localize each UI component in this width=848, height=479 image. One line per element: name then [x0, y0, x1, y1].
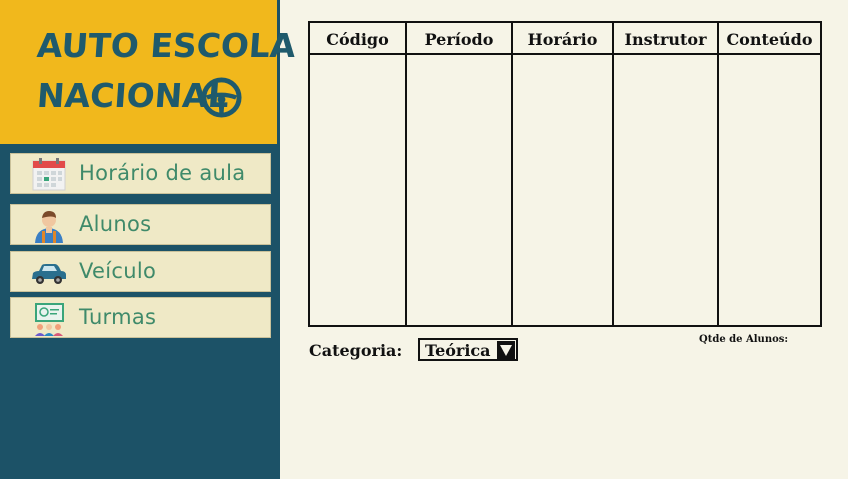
table-cell	[613, 54, 719, 325]
sidebar-item-label: Alunos	[79, 212, 152, 236]
table-cell	[310, 54, 407, 325]
brand-header: AUTO ESCOLA NACIONAL	[0, 0, 297, 144]
column-header-conteudo[interactable]: Conteúdo	[718, 23, 820, 55]
column-header-instrutor[interactable]: Instrutor	[613, 23, 719, 55]
sidebar-item-veiculo[interactable]: Veículo	[10, 251, 271, 292]
category-label: Categoria:	[309, 341, 403, 360]
chevron-down-icon[interactable]	[497, 341, 515, 359]
column-header-periodo[interactable]: Período	[406, 23, 513, 55]
category-select[interactable]: Teórica	[418, 338, 518, 361]
classroom-icon	[35, 303, 64, 336]
sidebar: AUTO ESCOLA NACIONAL Horário de aula Alu…	[0, 0, 297, 479]
brand-title-line1: AUTO ESCOLA	[35, 26, 297, 65]
sidebar-item-label: Turmas	[79, 305, 157, 329]
steering-wheel-icon	[201, 77, 242, 118]
sidebar-item-label: Veículo	[79, 259, 157, 283]
table-row	[310, 54, 820, 325]
sidebar-item-alunos[interactable]: Alunos	[10, 204, 271, 245]
students-count-label: Qtde de Alunos:	[699, 334, 789, 345]
schedule-table: Código Período Horário Instrutor Conteúd…	[308, 21, 822, 327]
sidebar-item-turmas[interactable]: Turmas	[10, 297, 271, 338]
table-cell	[718, 54, 820, 325]
calendar-icon	[32, 158, 66, 191]
column-header-horario[interactable]: Horário	[512, 23, 614, 55]
car-icon	[32, 264, 66, 284]
sidebar-item-horario[interactable]: Horário de aula	[10, 153, 271, 194]
column-header-codigo[interactable]: Código	[310, 23, 407, 55]
table-cell	[406, 54, 513, 325]
table-cell	[512, 54, 614, 325]
sidebar-item-label: Horário de aula	[79, 161, 246, 185]
category-selected-value: Teórica	[425, 341, 491, 360]
student-icon	[35, 211, 63, 243]
